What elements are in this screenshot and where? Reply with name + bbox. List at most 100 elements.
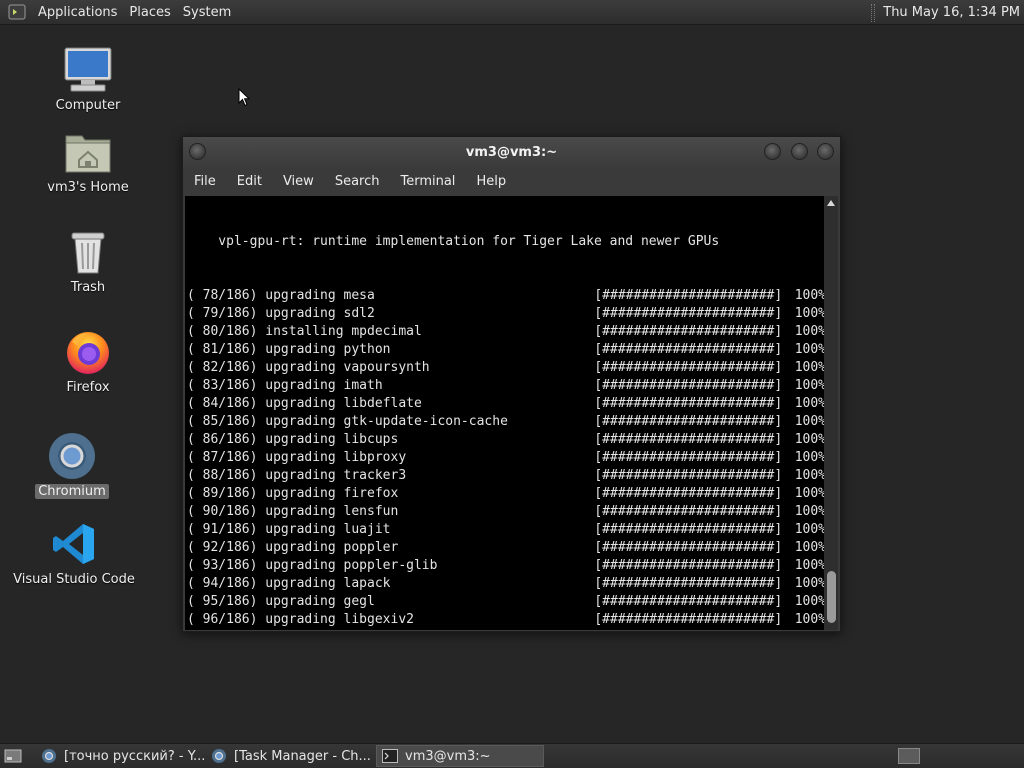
mouse-cursor-icon <box>238 87 251 111</box>
terminal-line: ( 83/186) upgrading imath [##############… <box>187 377 826 395</box>
terminal-line: ( 94/186) upgrading lapack [#############… <box>187 575 826 593</box>
desktop-icon-label: Computer <box>55 98 121 113</box>
menu-terminal[interactable]: Terminal <box>389 174 465 189</box>
terminal-line-step: ( 87/186) upgrading libproxy <box>187 450 407 465</box>
terminal-line: ( 78/186) upgrading mesa [###############… <box>187 287 826 305</box>
desktop-icon-home[interactable]: vm3's Home <box>28 126 148 195</box>
close-button[interactable] <box>817 143 834 160</box>
menu-help[interactable]: Help <box>465 174 516 189</box>
terminal-line-progress: [######################] <box>594 612 783 627</box>
terminal-line-percent: 100% <box>794 612 826 627</box>
terminal-line-progress: [######################] <box>594 450 783 465</box>
menu-search[interactable]: Search <box>324 174 390 189</box>
terminal-line-progress: [######################] <box>594 540 783 555</box>
terminal-line-percent: 100% <box>794 558 826 573</box>
desktop-icon-label: Visual Studio Code <box>13 572 135 587</box>
terminal-line: ( 87/186) upgrading libproxy [###########… <box>187 449 826 467</box>
terminal-line: ( 80/186) installing mpdecimal [#########… <box>187 323 826 341</box>
taskbar-item-label: vm3@vm3:~ <box>405 748 491 764</box>
terminal-line-progress: [######################] <box>594 504 783 519</box>
top-panel: Applications Places System Thu May 16, 1… <box>0 0 1024 25</box>
bottom-panel: [точно русский? - Y... [Task Manager - C… <box>0 743 1024 768</box>
terminal-line-percent: 100% <box>794 342 826 357</box>
terminal-line-progress: [######################] <box>594 468 783 483</box>
minimize-button[interactable] <box>764 143 781 160</box>
desktop-icon-label: vm3's Home <box>47 180 129 195</box>
terminal-line-progress: [######################] <box>594 306 783 321</box>
terminal-line-step: ( 89/186) upgrading firefox <box>187 486 399 501</box>
desktop-icon-label: Firefox <box>66 380 110 395</box>
menu-edit[interactable]: Edit <box>226 174 272 189</box>
terminal-header-line: vpl-gpu-rt: runtime implementation for T… <box>187 233 826 251</box>
panel-handle[interactable] <box>871 3 876 22</box>
firefox-icon <box>62 326 114 378</box>
chromium-icon <box>40 747 58 765</box>
vscode-icon <box>48 518 100 570</box>
terminal-line: ( 79/186) upgrading sdl2 [###############… <box>187 305 826 323</box>
terminal-line-percent: 100% <box>794 288 826 303</box>
window-menu-button[interactable] <box>189 143 206 160</box>
terminal-line: ( 93/186) upgrading poppler-glib [#######… <box>187 557 826 575</box>
menu-view[interactable]: View <box>272 174 324 189</box>
system-menu[interactable]: System <box>177 0 237 25</box>
terminal-lines: vpl-gpu-rt: runtime implementation for T… <box>185 196 826 630</box>
terminal-line-progress: [######################] <box>594 486 783 501</box>
menu-file[interactable]: File <box>183 174 226 189</box>
terminal-line: ( 82/186) upgrading vapoursynth [########… <box>187 359 826 377</box>
terminal-output[interactable]: vpl-gpu-rt: runtime implementation for T… <box>185 196 826 630</box>
terminal-line-step: ( 83/186) upgrading imath <box>187 378 383 393</box>
terminal-line-percent: 100% <box>794 468 826 483</box>
terminal-line-percent: 100% <box>794 378 826 393</box>
top-panel-right: Thu May 16, 1:34 PM <box>871 0 1024 25</box>
terminal-scrollbar[interactable] <box>824 196 838 630</box>
window-title: vm3@vm3:~ <box>465 144 558 160</box>
terminal-titlebar[interactable]: vm3@vm3:~ <box>183 137 840 167</box>
places-menu[interactable]: Places <box>123 0 176 25</box>
terminal-line-percent: 100% <box>794 306 826 321</box>
terminal-line-step: ( 93/186) upgrading poppler-glib <box>187 558 438 573</box>
terminal-line-progress: [######################] <box>594 432 783 447</box>
computer-icon <box>62 44 114 96</box>
terminal-line-step: ( 82/186) upgrading vapoursynth <box>187 360 430 375</box>
terminal-line-step: ( 92/186) upgrading poppler <box>187 540 399 555</box>
terminal-line-progress: [######################] <box>594 324 783 339</box>
taskbar-item-label: [Task Manager - Ch... <box>234 748 371 764</box>
desktop-icon-firefox[interactable]: Firefox <box>28 326 148 395</box>
taskbar-item[interactable]: [точно русский? - Y... <box>36 745 204 767</box>
show-desktop-icon[interactable] <box>2 745 24 767</box>
terminal-line-percent: 100% <box>794 594 826 609</box>
terminal-line-percent: 100% <box>794 432 826 447</box>
terminal-header-text: vpl-gpu-rt: runtime implementation for T… <box>187 234 720 249</box>
terminal-line-progress: [######################] <box>594 558 783 573</box>
terminal-line: ( 90/186) upgrading lensfun [############… <box>187 503 826 521</box>
terminal-line-progress: [######################] <box>594 288 783 303</box>
terminal-menubar: File Edit View Search Terminal Help <box>183 167 840 196</box>
clock[interactable]: Thu May 16, 1:34 PM <box>883 5 1024 20</box>
taskbar-item[interactable]: [Task Manager - Ch... <box>206 745 374 767</box>
desktop-icon-computer[interactable]: Computer <box>28 44 148 113</box>
taskbar-item-active[interactable]: vm3@vm3:~ <box>376 745 544 767</box>
terminal-line: ( 95/186) upgrading gegl [###############… <box>187 593 826 611</box>
terminal-line-step: ( 95/186) upgrading gegl <box>187 594 375 609</box>
scrollbar-thumb[interactable] <box>827 571 836 623</box>
scroll-up-arrow-icon[interactable] <box>827 200 835 206</box>
terminal-line-percent: 100% <box>794 414 826 429</box>
terminal-line-step: ( 81/186) upgrading python <box>187 342 391 357</box>
terminal-line: ( 85/186) upgrading gtk-update-icon-cach… <box>187 413 826 431</box>
desktop-icon-chromium[interactable]: Chromium <box>12 430 132 499</box>
workspace-switcher[interactable] <box>898 748 920 764</box>
terminal-line-progress: [######################] <box>594 594 783 609</box>
desktop-icon-trash[interactable]: Trash <box>28 226 148 295</box>
desktop-icon-label: Chromium <box>35 484 109 499</box>
terminal-line-step: ( 96/186) upgrading libgexiv2 <box>187 612 414 627</box>
terminal-line-step: ( 97/186) upgrading libxmu <box>187 629 594 630</box>
terminal-line-progress: [######################] <box>594 414 783 429</box>
chromium-icon <box>46 430 98 482</box>
applications-menu[interactable]: Applications <box>32 0 123 25</box>
maximize-button[interactable] <box>791 143 808 160</box>
terminal-line-step: ( 94/186) upgrading lapack <box>187 576 391 591</box>
terminal-line: ( 84/186) upgrading libdeflate [#########… <box>187 395 826 413</box>
applications-logo-icon[interactable] <box>6 1 28 23</box>
terminal-line: ( 89/186) upgrading firefox [############… <box>187 485 826 503</box>
desktop-icon-vscode[interactable]: Visual Studio Code <box>13 518 135 587</box>
